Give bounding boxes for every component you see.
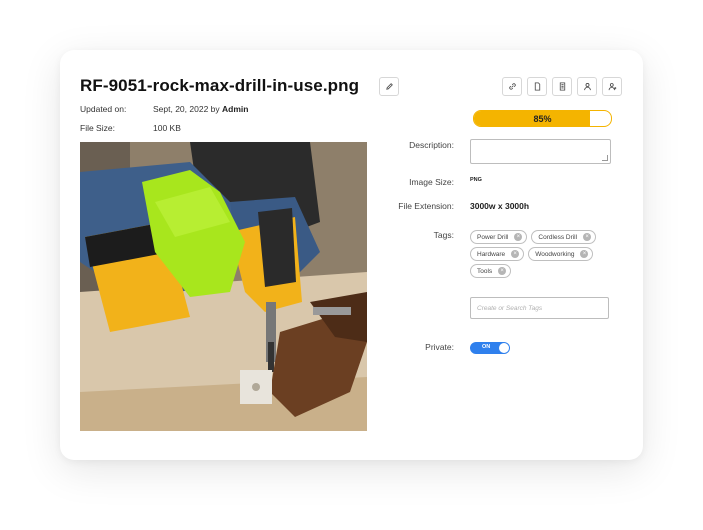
link-icon <box>508 83 516 90</box>
file-extension-label: File Extension: <box>398 201 454 211</box>
remove-tag-icon[interactable]: × <box>580 250 589 258</box>
tag-chip: Tools × <box>470 264 512 278</box>
drill-photo <box>80 142 367 431</box>
tag-chip: Power Drill × <box>470 230 528 244</box>
add-user-button[interactable] <box>602 77 622 96</box>
user-icon <box>583 83 591 91</box>
document-icon <box>559 82 565 91</box>
description-textarea[interactable] <box>470 139 611 164</box>
updated-by: Admin <box>222 104 249 114</box>
pencil-icon <box>385 83 393 90</box>
document-button[interactable] <box>552 77 572 96</box>
file-size-label: File Size: <box>80 123 115 133</box>
remove-tag-icon[interactable]: × <box>583 233 592 241</box>
file-icon <box>534 82 540 91</box>
remove-tag-icon[interactable]: × <box>511 250 520 258</box>
updated-date: Sept, 20, 2022 by <box>153 104 220 114</box>
image-preview <box>80 142 367 431</box>
tag-label: Power Drill <box>477 233 509 241</box>
edit-name-button[interactable] <box>379 77 399 96</box>
tag-list: Power Drill × Cordless Drill × Hardware … <box>470 230 620 278</box>
file-name-title: RF-9051-rock-max-drill-in-use.png <box>80 76 360 95</box>
user-add-icon <box>608 83 616 91</box>
private-label: Private: <box>425 342 454 352</box>
file-extension-value: 3000w x 3000h <box>470 201 530 211</box>
toggle-knob <box>499 343 509 353</box>
image-size-label: Image Size: <box>409 177 454 187</box>
tag-label: Tools <box>477 267 493 275</box>
tag-label: Woodworking <box>535 250 575 258</box>
toggle-state-label: ON <box>482 344 491 350</box>
remove-tag-icon[interactable]: × <box>498 267 507 275</box>
resize-handle-icon[interactable] <box>602 155 608 161</box>
updated-value: Sept, 20, 2022 by Admin <box>153 104 248 114</box>
tag-chip: Woodworking × <box>528 247 594 261</box>
description-label: Description: <box>409 140 454 150</box>
remove-tag-icon[interactable]: × <box>514 233 523 241</box>
share-user-button[interactable] <box>577 77 597 96</box>
file-info-button[interactable] <box>527 77 547 96</box>
private-toggle[interactable]: ON <box>470 342 510 354</box>
file-details-card: RF-9051-rock-max-drill-in-use.png Update… <box>60 50 643 460</box>
tag-chip: Cordless Drill × <box>531 230 597 244</box>
progress-label: 85% <box>533 113 552 124</box>
file-actions-toolbar <box>502 77 622 96</box>
updated-label: Updated on: <box>80 104 127 114</box>
tag-label: Cordless Drill <box>538 233 578 241</box>
upload-progress-bar: 85% <box>473 110 612 127</box>
file-size-value: 100 KB <box>153 123 181 133</box>
tag-label: Hardware <box>477 250 506 258</box>
image-size-value: PNG <box>470 177 482 183</box>
tags-label: Tags: <box>433 230 454 240</box>
tag-chip: Hardware × <box>470 247 525 261</box>
tag-search-input[interactable] <box>470 297 609 319</box>
copy-link-button[interactable] <box>502 77 522 96</box>
